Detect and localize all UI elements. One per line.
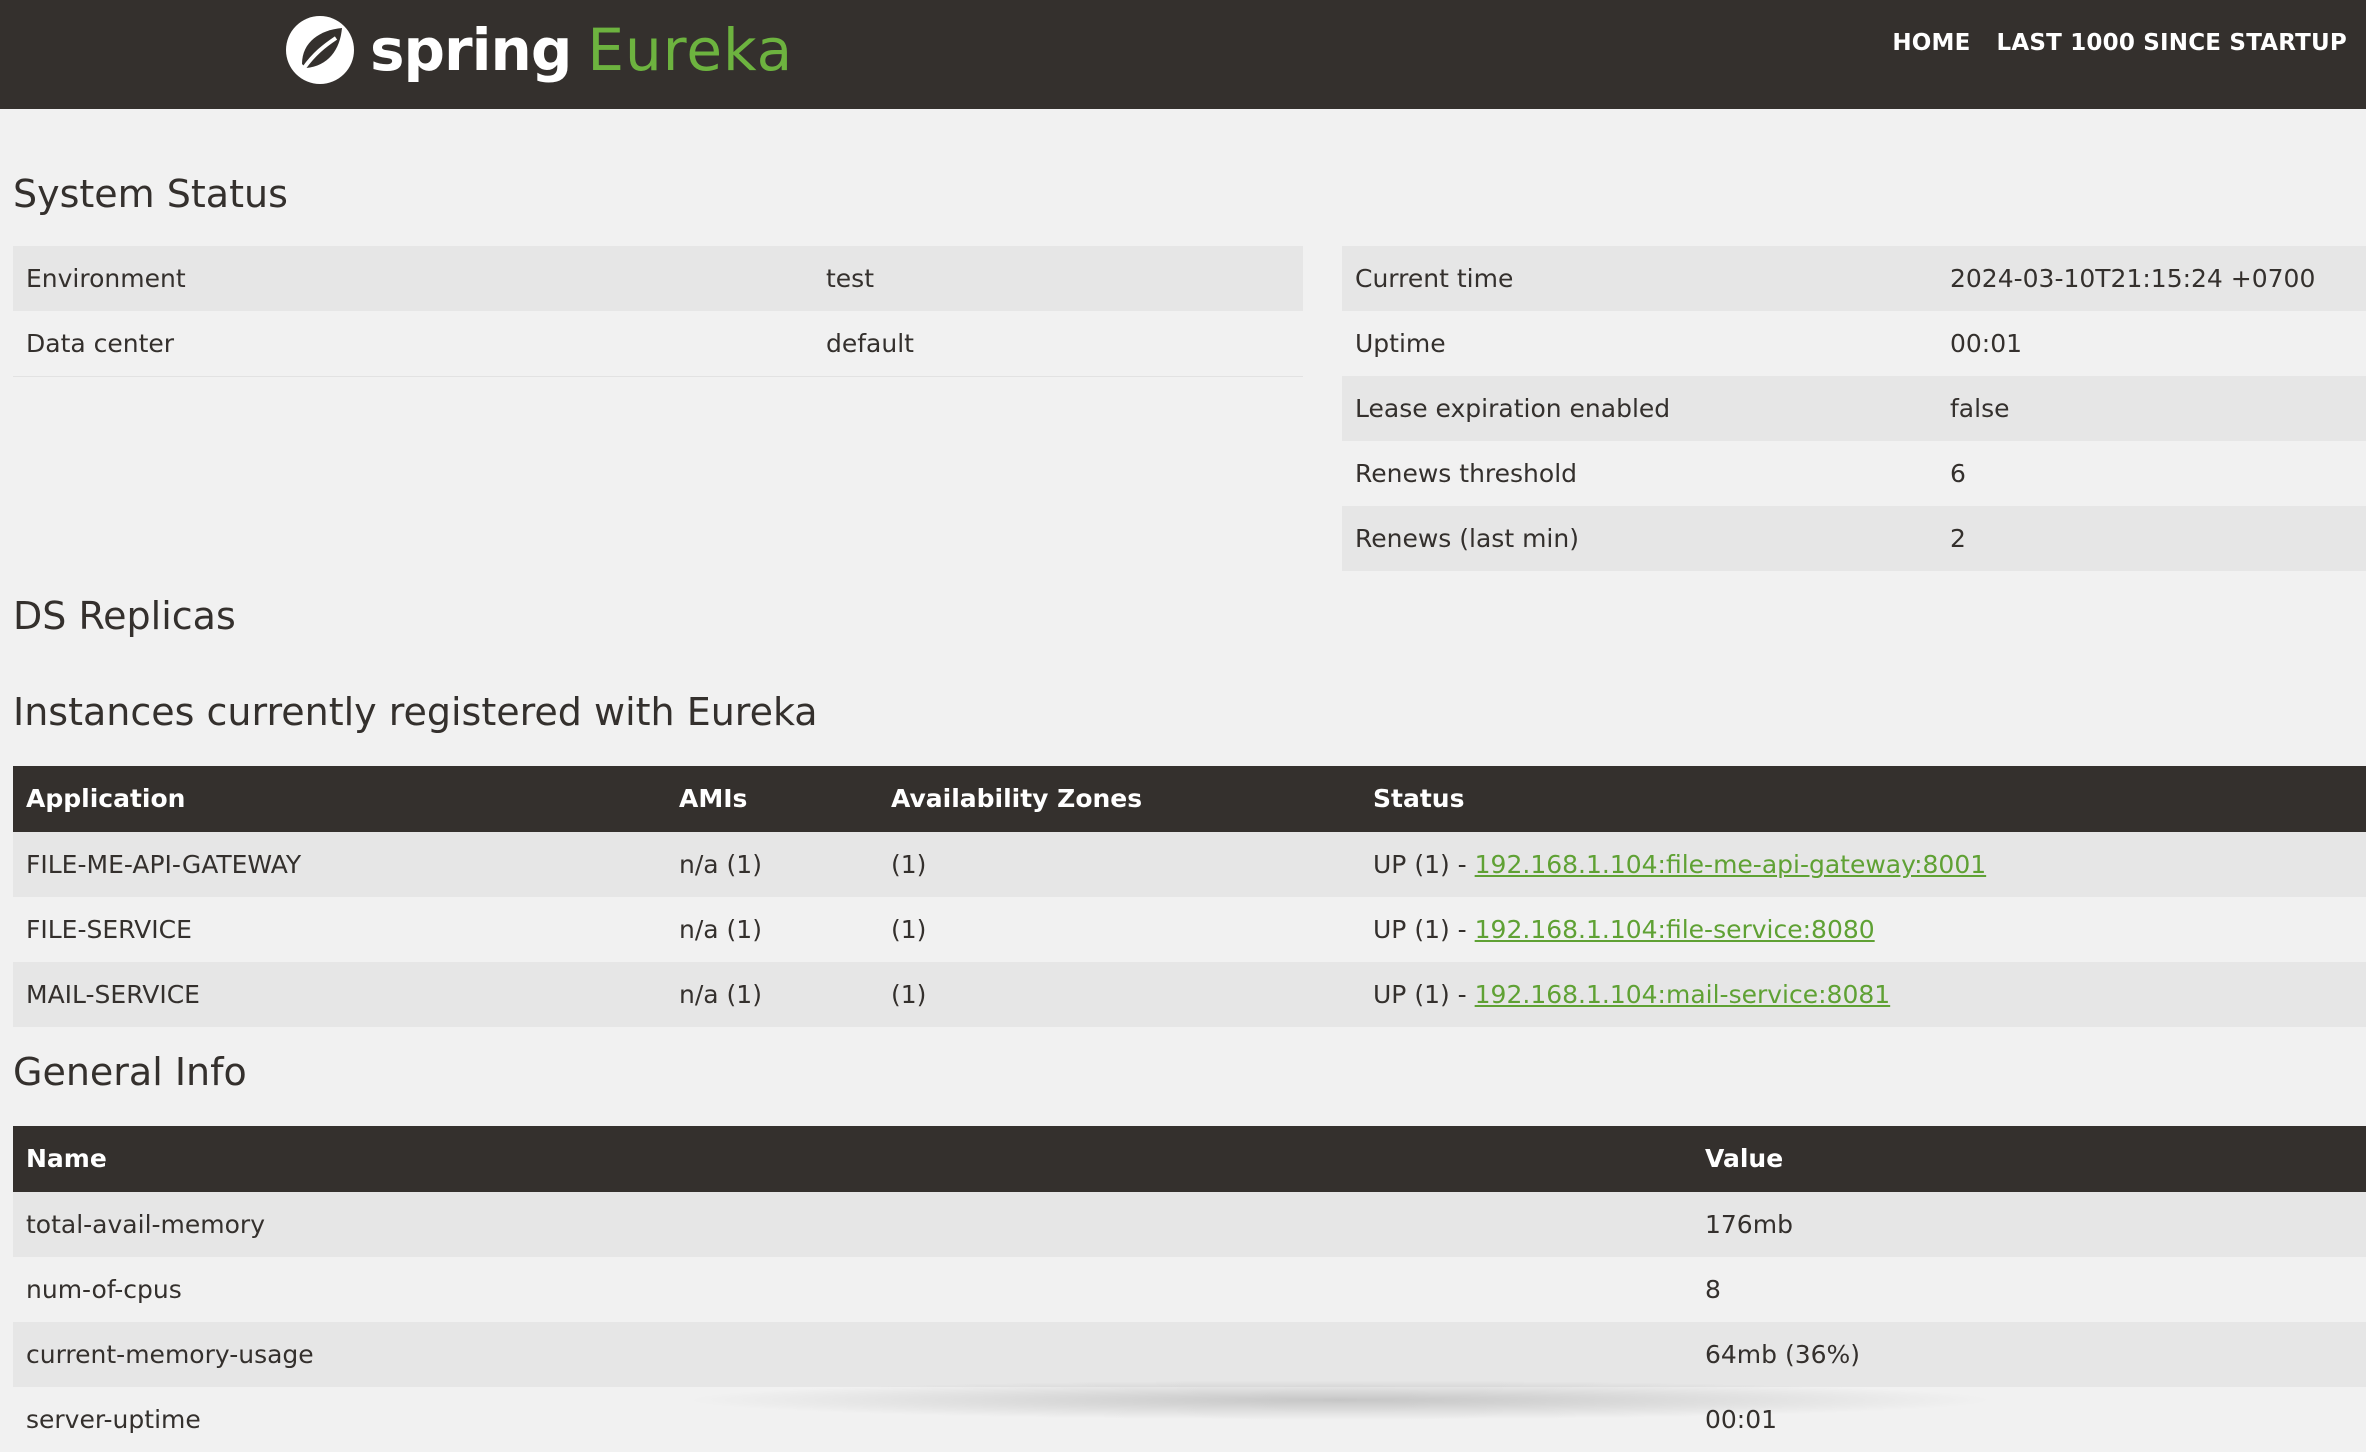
column-header-name: Name [13,1126,1692,1192]
info-value: 00:01 [1692,1386,2366,1452]
column-header-status: Status [1360,766,2366,832]
table-row: Renews (last min) 2 [1342,506,2366,571]
instances-title: Instances currently registered with Eure… [13,690,818,734]
lease-expiration-value: false [1937,376,2366,441]
status-text: UP (1) - [1373,914,1475,944]
nav-home-link[interactable]: HOME [1892,30,1970,56]
brand-eureka-text: Eureka [587,16,794,84]
amis-value: n/a (1) [666,961,878,1027]
status-text: UP (1) - [1373,979,1475,1009]
table-row: server-uptime 00:01 [13,1386,2366,1452]
application-name: FILE-ME-API-GATEWAY [13,831,666,897]
status-text: UP (1) - [1373,850,1475,880]
system-status-title: System Status [13,172,288,216]
spring-leaf-icon [284,14,356,86]
renews-last-min-label: Renews (last min) [1342,506,1937,571]
application-name: MAIL-SERVICE [13,961,666,1027]
table-row: Lease expiration enabled false [1342,376,2366,441]
instance-link[interactable]: 192.168.1.104:file-service:8080 [1475,915,1875,944]
table-row: FILE-SERVICE n/a (1) (1) UP (1) - 192.16… [13,896,2366,962]
status-cell: UP (1) - 192.168.1.104:mail-service:8081 [1360,961,2366,1027]
current-time-value: 2024-03-10T21:15:24 +0700 [1937,246,2366,311]
table-row: Current time 2024-03-10T21:15:24 +0700 [1342,246,2366,311]
system-status-left-table: Environment test Data center default [13,246,1303,377]
zones-value: (1) [878,831,1360,897]
info-value: 64mb (36%) [1692,1321,2366,1387]
column-header-availability-zones: Availability Zones [878,766,1360,832]
table-row: MAIL-SERVICE n/a (1) (1) UP (1) - 192.16… [13,961,2366,1027]
column-header-amis: AMIs [666,766,878,832]
uptime-value: 00:01 [1937,311,2366,376]
info-name: total-avail-memory [13,1191,1692,1257]
info-name: num-of-cpus [13,1256,1692,1322]
amis-value: n/a (1) [666,896,878,962]
zones-value: (1) [878,961,1360,1027]
status-cell: UP (1) - 192.168.1.104:file-me-api-gatew… [1360,831,2366,897]
table-row: Environment test [13,246,1303,311]
nav-last-1000-link[interactable]: LAST 1000 SINCE STARTUP [1997,30,2347,56]
table-header-row: Name Value [13,1126,2366,1192]
info-value: 8 [1692,1256,2366,1322]
zones-value: (1) [878,896,1360,962]
general-info-table: Name Value total-avail-memory 176mb num-… [13,1126,2366,1452]
amis-value: n/a (1) [666,831,878,897]
table-row: Uptime 00:01 [1342,311,2366,376]
data-center-label: Data center [13,311,813,377]
info-name: server-uptime [13,1386,1692,1452]
current-time-label: Current time [1342,246,1937,311]
table-row: total-avail-memory 176mb [13,1191,2366,1257]
general-info-title: General Info [13,1050,247,1094]
info-name: current-memory-usage [13,1321,1692,1387]
instances-table: Application AMIs Availability Zones Stat… [13,766,2366,1027]
table-row: current-memory-usage 64mb (36%) [13,1321,2366,1387]
column-header-value: Value [1692,1126,2366,1192]
instance-link[interactable]: 192.168.1.104:file-me-api-gateway:8001 [1475,850,1987,879]
data-center-value: default [813,311,1303,377]
table-row: Data center default [13,311,1303,377]
renews-threshold-label: Renews threshold [1342,441,1937,506]
top-navbar: spring Eureka HOME LAST 1000 SINCE START… [0,0,2366,109]
system-status-right-table: Current time 2024-03-10T21:15:24 +0700 U… [1342,246,2366,571]
renews-last-min-value: 2 [1937,506,2366,571]
info-value: 176mb [1692,1191,2366,1257]
ds-replicas-title: DS Replicas [13,594,236,638]
uptime-label: Uptime [1342,311,1937,376]
table-header-row: Application AMIs Availability Zones Stat… [13,766,2366,832]
environment-label: Environment [13,246,813,311]
brand-spring-text: spring [370,16,572,84]
brand-logo[interactable]: spring Eureka [284,10,793,90]
status-cell: UP (1) - 192.168.1.104:file-service:8080 [1360,896,2366,962]
lease-expiration-label: Lease expiration enabled [1342,376,1937,441]
column-header-application: Application [13,766,666,832]
table-row: num-of-cpus 8 [13,1256,2366,1322]
instance-link[interactable]: 192.168.1.104:mail-service:8081 [1475,980,1891,1009]
table-row: FILE-ME-API-GATEWAY n/a (1) (1) UP (1) -… [13,831,2366,897]
nav-links: HOME LAST 1000 SINCE STARTUP [1892,30,2347,56]
application-name: FILE-SERVICE [13,896,666,962]
renews-threshold-value: 6 [1937,441,2366,506]
environment-value: test [813,246,1303,311]
table-row: Renews threshold 6 [1342,441,2366,506]
